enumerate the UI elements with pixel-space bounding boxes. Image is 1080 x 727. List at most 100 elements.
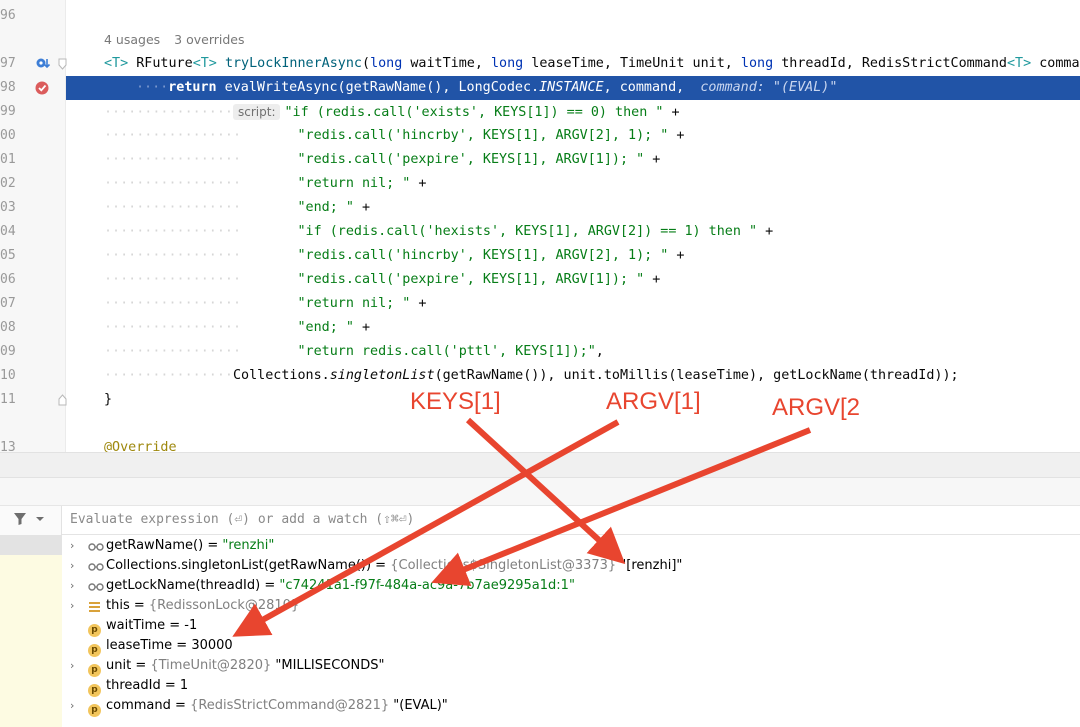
method-signature-line: <T> RFuture<T> tryLockInnerAsync(long wa… (104, 56, 1080, 71)
variable-name: Collections.singletonList(getRawName()) (106, 558, 372, 573)
frames-strip (0, 506, 62, 727)
expand-chevron-icon[interactable]: › (70, 596, 80, 616)
line-number: 11 (0, 392, 16, 407)
variable-text: Collections.singletonList(getRawName()) … (106, 556, 682, 576)
annotation-keys1: KEYS[1] (410, 388, 501, 415)
equals-sign: = (131, 658, 151, 673)
equals-sign: = (260, 578, 280, 593)
variable-text: this = {RedissonLock@2810} (106, 596, 299, 616)
collections-argument-line: ················Collections.singletonLis… (104, 368, 959, 383)
line-number: 05 (0, 248, 16, 263)
equals-sign: = (160, 678, 180, 693)
object-reference: {RedisStrictCommand@2821} (190, 698, 390, 713)
line-number: 06 (0, 272, 16, 287)
object-reference: {Collections$SingletonList@3373} (390, 558, 617, 573)
watch-expression-input[interactable]: Evaluate expression (⏎) or add a watch (… (70, 509, 670, 531)
variable-row-command[interactable]: › p command = {RedisStrictCommand@2821} "(… (62, 696, 1080, 719)
variable-value: "[renzhi]" (616, 558, 683, 573)
expand-chevron-icon[interactable]: › (70, 656, 80, 676)
variable-text: waitTime = -1 (106, 616, 197, 636)
divider (62, 534, 1080, 535)
script-line: ················· "redis.call('hincrby',… (104, 128, 685, 143)
line-number: 99 (0, 104, 16, 119)
script-line: ················· "redis.call('hincrby',… (104, 248, 685, 263)
script-line: ················· "end; " + (104, 200, 371, 215)
line-number: 10 (0, 368, 16, 383)
line-number: 98 (0, 80, 16, 95)
variable-value: "MILLISECONDS" (271, 658, 385, 673)
selected-frame[interactable] (0, 535, 62, 555)
variable-row-threadid[interactable]: p threadId = 1 (62, 676, 1080, 697)
variable-name: threadId (106, 678, 161, 693)
override-annotation: @Override (104, 440, 177, 452)
equals-sign: = (129, 598, 149, 613)
filter-icon[interactable] (12, 512, 46, 526)
parameter-icon: p (88, 699, 101, 719)
equals-sign: = (203, 538, 223, 553)
expand-chevron-icon[interactable]: › (70, 576, 80, 596)
usages-inlay-hint[interactable]: 4 usages 3 overrides (104, 30, 255, 50)
expand-chevron-icon[interactable]: › (70, 556, 80, 576)
variable-value: "(EVAL)" (389, 698, 448, 713)
line-number: 03 (0, 200, 16, 215)
variable-row-getlockname-threadid[interactable]: › getLockName(threadId) = "c74241a1-f97f-… (62, 576, 1080, 596)
variable-row-unit[interactable]: › p unit = {TimeUnit@2820} "MILLISECONDS" (62, 656, 1080, 677)
fold-marker-icon[interactable] (58, 394, 67, 406)
fold-marker-icon[interactable] (58, 58, 67, 70)
line-number: 02 (0, 176, 16, 191)
line-number: 97 (0, 56, 16, 71)
variable-name: getLockName(threadId) (106, 578, 261, 593)
script-line: ················· "return redis.call('pt… (104, 344, 604, 359)
line-number: 04 (0, 224, 16, 239)
script-line: ················· "return nil; " + (104, 176, 427, 191)
variable-row-this[interactable]: › this = {RedissonLock@2810} (62, 596, 1080, 616)
equals-sign: = (170, 698, 191, 713)
breakpoint-icon[interactable] (34, 80, 50, 96)
return-statement-line: ····return evalWriteAsync(getRawName(), … (136, 80, 838, 95)
variable-row-waittime[interactable]: p waitTime = -1 (62, 616, 1080, 637)
variable-value: -1 (184, 618, 198, 633)
variable-text: getRawName() = "renzhi" (106, 536, 274, 556)
line-number: 13 (0, 440, 16, 452)
line-number: 07 (0, 296, 16, 311)
closing-brace: } (104, 392, 113, 407)
equals-sign: = (165, 618, 185, 633)
variable-text: threadId = 1 (106, 676, 188, 696)
line-number: 96 (0, 8, 16, 23)
variable-row-collections-singletonlist-getrawname[interactable]: › Collections.singletonList(getRawName())… (62, 556, 1080, 576)
variable-row-leasetime[interactable]: p leaseTime = 30000 (62, 636, 1080, 657)
script-line: ················· "if (redis.call('hexis… (104, 224, 774, 239)
equals-sign: = (371, 558, 391, 573)
script-line: ················· "redis.call('pexpire',… (104, 272, 661, 287)
variable-text: command = {RedisStrictCommand@2821} "(EV… (106, 696, 448, 716)
editor-gutter: 96 97 98 99 00 01 02 03 04 05 06 07 08 0… (0, 0, 67, 452)
variable-text: getLockName(threadId) = "c74241a1-f97f-4… (106, 576, 575, 596)
variable-name: leaseTime (106, 638, 173, 653)
frame-list (0, 555, 62, 727)
overrides-link[interactable]: 3 overrides (174, 32, 244, 47)
script-line: ················· "redis.call('pexpire',… (104, 152, 661, 167)
equals-sign: = (172, 638, 192, 653)
script-line: ················· "end; " + (104, 320, 371, 335)
line-number: 08 (0, 320, 16, 335)
annotation-argv2: ARGV[2 (772, 394, 861, 421)
variable-text: leaseTime = 30000 (106, 636, 233, 656)
code-editor[interactable]: 96 97 98 99 00 01 02 03 04 05 06 07 08 0… (0, 0, 1080, 452)
variable-value: 1 (179, 678, 189, 693)
variable-text: unit = {TimeUnit@2820} "MILLISECONDS" (106, 656, 385, 676)
variable-row-getrawname[interactable]: › getRawName() = "renzhi" (62, 536, 1080, 556)
panel-splitter[interactable] (0, 452, 1080, 478)
variable-name: waitTime (106, 618, 166, 633)
variable-name: command (106, 698, 171, 713)
expand-chevron-icon[interactable]: › (70, 696, 80, 716)
variable-value: 30000 (191, 638, 233, 653)
expand-chevron-icon[interactable]: › (70, 536, 80, 556)
object-reference: {TimeUnit@2820} (150, 658, 272, 673)
overridden-method-icon[interactable] (35, 56, 51, 72)
variable-value: "renzhi" (222, 538, 275, 553)
script-param-hint: script: (233, 104, 281, 120)
line-number: 09 (0, 344, 16, 359)
line-number: 00 (0, 128, 16, 143)
usages-link[interactable]: 4 usages (104, 32, 160, 47)
variable-name: getRawName() (106, 538, 204, 553)
